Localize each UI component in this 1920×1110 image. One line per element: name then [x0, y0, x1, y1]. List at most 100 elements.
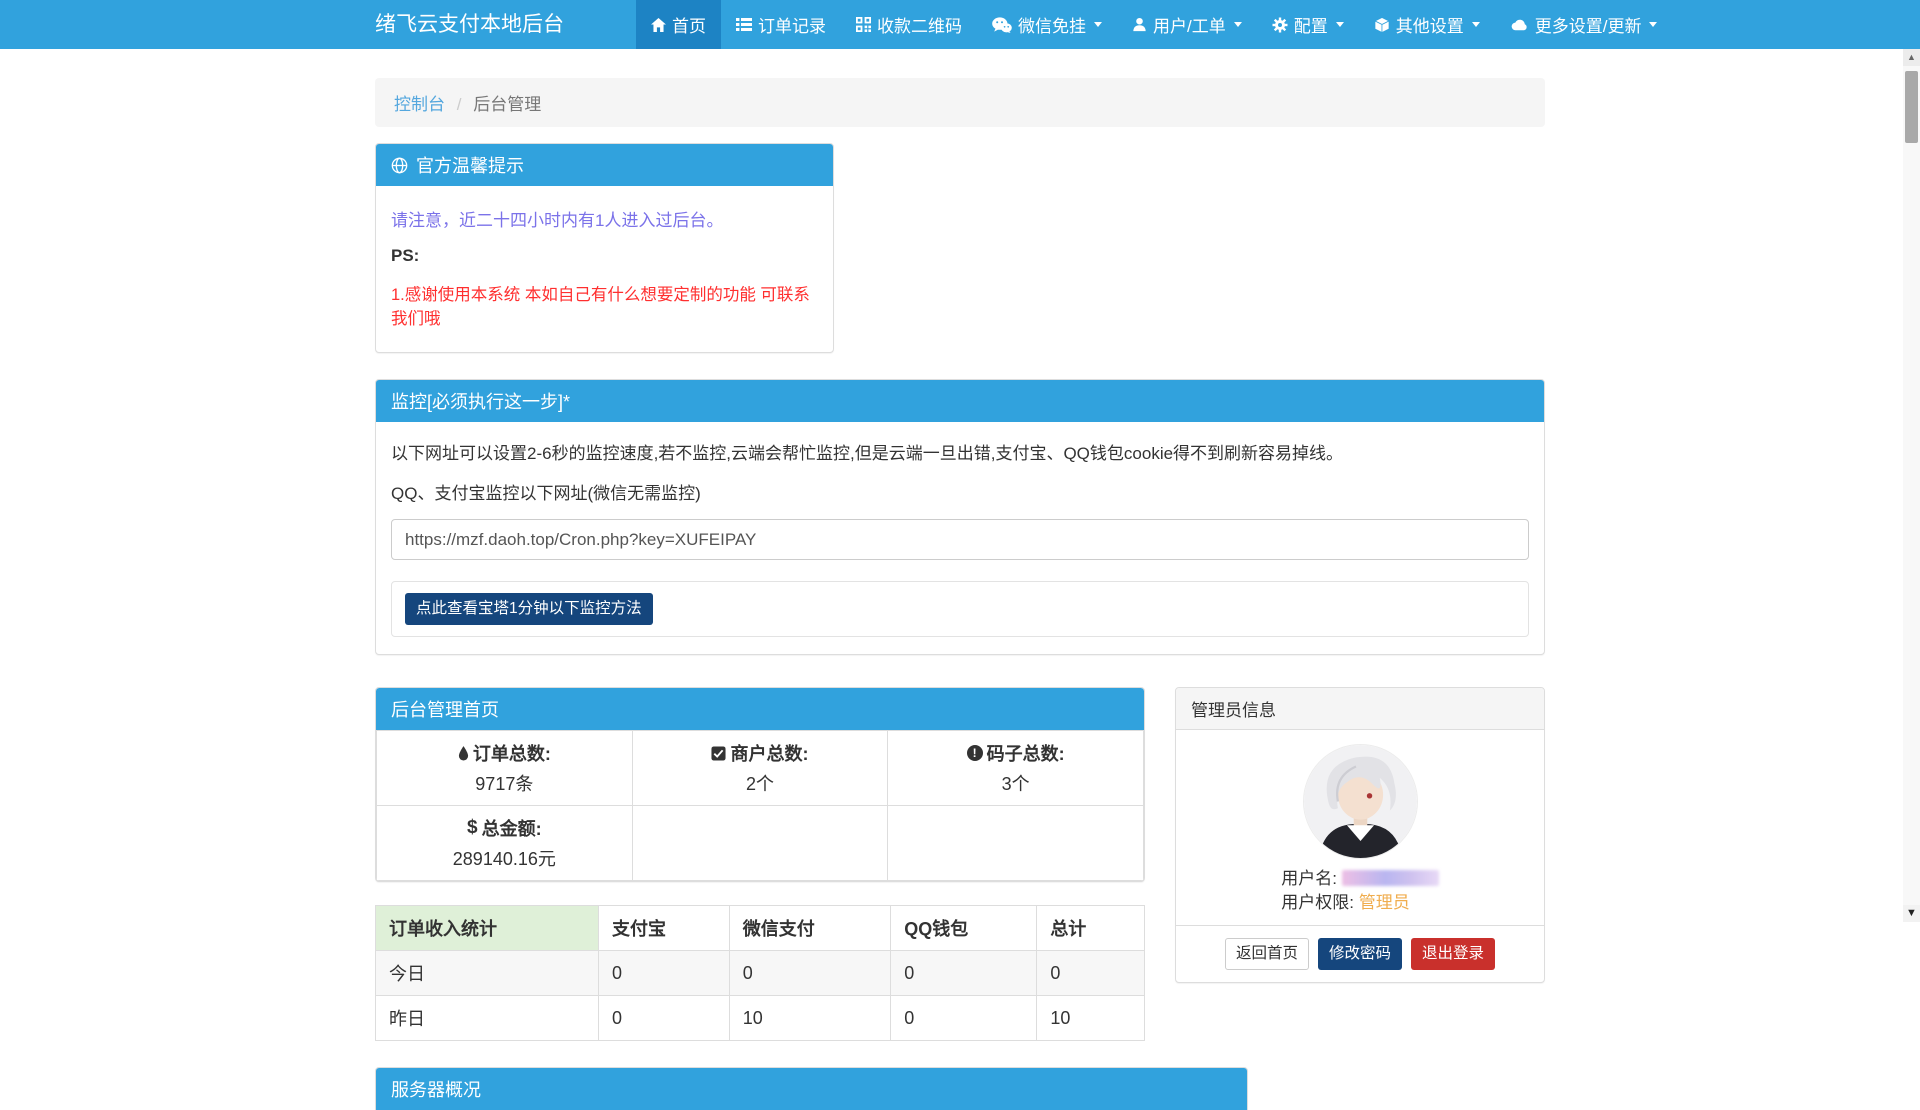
notice-login-info: 请注意，近二十四小时内有1人进入过后台。 — [391, 206, 818, 231]
logout-button[interactable]: 退出登录 — [1411, 938, 1495, 970]
gear-icon — [1272, 17, 1288, 33]
monitor-desc-1: 以下网址可以设置2-6秒的监控速度,若不监控,云端会帮忙监控,但是云端一旦出错,… — [391, 439, 1529, 464]
scrollbar-thumb[interactable] — [1905, 71, 1918, 143]
stat-merchant-total: 商户总数: 2个 — [632, 731, 888, 806]
official-notice-panel: 官方温馨提示 请注意，近二十四小时内有1人进入过后台。 PS: 1.感谢使用本系… — [375, 143, 834, 353]
stat-label: 码子总数: — [987, 740, 1065, 766]
scrollbar-up-arrow[interactable]: ▲ — [1903, 49, 1920, 66]
nav-item-wechat-free[interactable]: 微信免挂 — [977, 0, 1117, 49]
nav-item-config[interactable]: 配置 — [1257, 0, 1359, 49]
chevron-down-icon — [1336, 22, 1344, 27]
nav-item-payment-qrcode[interactable]: 收款二维码 — [841, 0, 977, 49]
stat-empty-cell — [888, 806, 1144, 881]
baota-monitor-help-button[interactable]: 点此查看宝塔1分钟以下监控方法 — [405, 593, 653, 625]
stats-panel-title: 后台管理首页 — [391, 696, 499, 722]
vertical-scrollbar[interactable]: ▲ ▼ — [1903, 49, 1920, 922]
drop-icon — [458, 746, 469, 761]
nav-item-users-tickets[interactable]: 用户/工单 — [1117, 0, 1257, 49]
monitor-panel-title: 监控[必须执行这一步]* — [391, 388, 570, 414]
notice-panel-header: 官方温馨提示 — [376, 144, 833, 186]
home-icon — [651, 18, 666, 32]
stat-label: 总金额: — [482, 815, 542, 841]
income-header-wechat: 微信支付 — [729, 906, 890, 951]
notice-ps-line: 1.感谢使用本系统 本如自己有什么想要定制的功能 可联系我们哦 — [391, 281, 818, 329]
income-header-total: 总计 — [1037, 906, 1145, 951]
table-row-yesterday: 昨日 0 10 0 10 — [376, 996, 1145, 1041]
income-header-title: 订单收入统计 — [376, 906, 599, 951]
nav-label: 配置 — [1294, 12, 1328, 37]
nav-label: 首页 — [672, 12, 706, 37]
top-navbar: 绪飞云支付本地后台 首页 订单记录 收款二维码 — [0, 0, 1920, 49]
stat-empty-cell — [632, 806, 888, 881]
stat-value: 9717条 — [385, 770, 624, 796]
stat-value: 289140.16元 — [385, 845, 624, 871]
stat-value: 2个 — [641, 770, 880, 796]
chevron-down-icon — [1649, 22, 1657, 27]
back-home-button[interactable]: 返回首页 — [1225, 938, 1309, 970]
nav-label: 更多设置/更新 — [1535, 12, 1642, 37]
breadcrumb-current: 后台管理 — [473, 95, 541, 114]
nav-item-home[interactable]: 首页 — [636, 0, 721, 49]
breadcrumb: 控制台 / 后台管理 — [375, 78, 1545, 127]
chevron-down-icon — [1094, 22, 1102, 27]
admin-avatar — [1303, 744, 1418, 859]
globe-icon — [391, 157, 408, 174]
breadcrumb-separator: / — [457, 95, 462, 114]
nav-item-other-settings[interactable]: 其他设置 — [1359, 0, 1495, 49]
permission-label: 用户权限: — [1281, 893, 1354, 912]
check-square-icon — [711, 746, 726, 761]
notice-panel-title: 官方温馨提示 — [416, 152, 524, 178]
monitor-url-input[interactable] — [391, 519, 1529, 560]
cell-alipay: 0 — [599, 996, 730, 1041]
admin-home-stats-panel: 后台管理首页 订单总数: 9717条 — [375, 687, 1145, 882]
username-label: 用户名: — [1281, 869, 1337, 888]
server-overview-panel: 服务器概况 — [375, 1067, 1248, 1110]
cloud-icon — [1510, 18, 1529, 32]
order-income-table: 订单收入统计 支付宝 微信支付 QQ钱包 总计 今日 0 0 0 0 昨日 0 … — [375, 905, 1145, 1041]
cell-wechat: 0 — [729, 951, 890, 996]
stat-amount-total: $ 总金额: 289140.16元 — [377, 806, 633, 881]
monitor-help-well: 点此查看宝塔1分钟以下监控方法 — [391, 581, 1529, 637]
nav-item-more-settings-update[interactable]: 更多设置/更新 — [1495, 0, 1673, 49]
chevron-down-icon — [1234, 22, 1242, 27]
permission-value: 管理员 — [1359, 893, 1410, 912]
income-header-qq: QQ钱包 — [891, 906, 1037, 951]
monitor-desc-2: QQ、支付宝监控以下网址(微信无需监控) — [391, 479, 1529, 504]
admin-panel-title: 管理员信息 — [1191, 701, 1276, 720]
row-label: 今日 — [376, 951, 599, 996]
nav-label: 用户/工单 — [1153, 12, 1226, 37]
admin-panel-header: 管理员信息 — [1176, 688, 1544, 730]
cell-total: 0 — [1037, 951, 1145, 996]
stat-order-total: 订单总数: 9717条 — [377, 731, 633, 806]
chevron-down-icon — [1472, 22, 1480, 27]
stat-code-total: ! 码子总数: 3个 — [888, 731, 1144, 806]
wechat-icon — [992, 17, 1012, 33]
cell-total: 10 — [1037, 996, 1145, 1041]
change-password-button[interactable]: 修改密码 — [1318, 938, 1402, 970]
nav-label: 微信免挂 — [1018, 12, 1086, 37]
user-icon — [1132, 17, 1147, 32]
stat-label: 商户总数: — [730, 740, 808, 766]
notice-ps-label: PS: — [391, 246, 818, 266]
table-row-today: 今日 0 0 0 0 — [376, 951, 1145, 996]
username-redacted — [1342, 870, 1439, 886]
income-header-alipay: 支付宝 — [599, 906, 730, 951]
income-header-row: 订单收入统计 支付宝 微信支付 QQ钱包 总计 — [376, 906, 1145, 951]
nav-label: 其他设置 — [1396, 12, 1464, 37]
app-title[interactable]: 绪飞云支付本地后台 — [375, 0, 564, 49]
stat-label: 订单总数: — [473, 740, 551, 766]
list-icon — [736, 18, 752, 31]
stat-value: 3个 — [896, 770, 1135, 796]
main-menu: 首页 订单记录 收款二维码 微信免挂 — [636, 0, 1672, 49]
stats-table: 订单总数: 9717条 商户总数: 2个 — [376, 730, 1144, 881]
nav-item-order-records[interactable]: 订单记录 — [721, 0, 841, 49]
admin-info-panel: 管理员信息 — [1175, 687, 1545, 983]
nav-label: 订单记录 — [758, 12, 826, 37]
exclamation-circle-icon: ! — [967, 745, 983, 761]
cell-qq: 0 — [891, 951, 1037, 996]
stats-panel-header: 后台管理首页 — [376, 688, 1144, 730]
cell-alipay: 0 — [599, 951, 730, 996]
scrollbar-down-arrow[interactable]: ▼ — [1903, 905, 1920, 922]
row-label: 昨日 — [376, 996, 599, 1041]
breadcrumb-home-link[interactable]: 控制台 — [394, 95, 445, 114]
